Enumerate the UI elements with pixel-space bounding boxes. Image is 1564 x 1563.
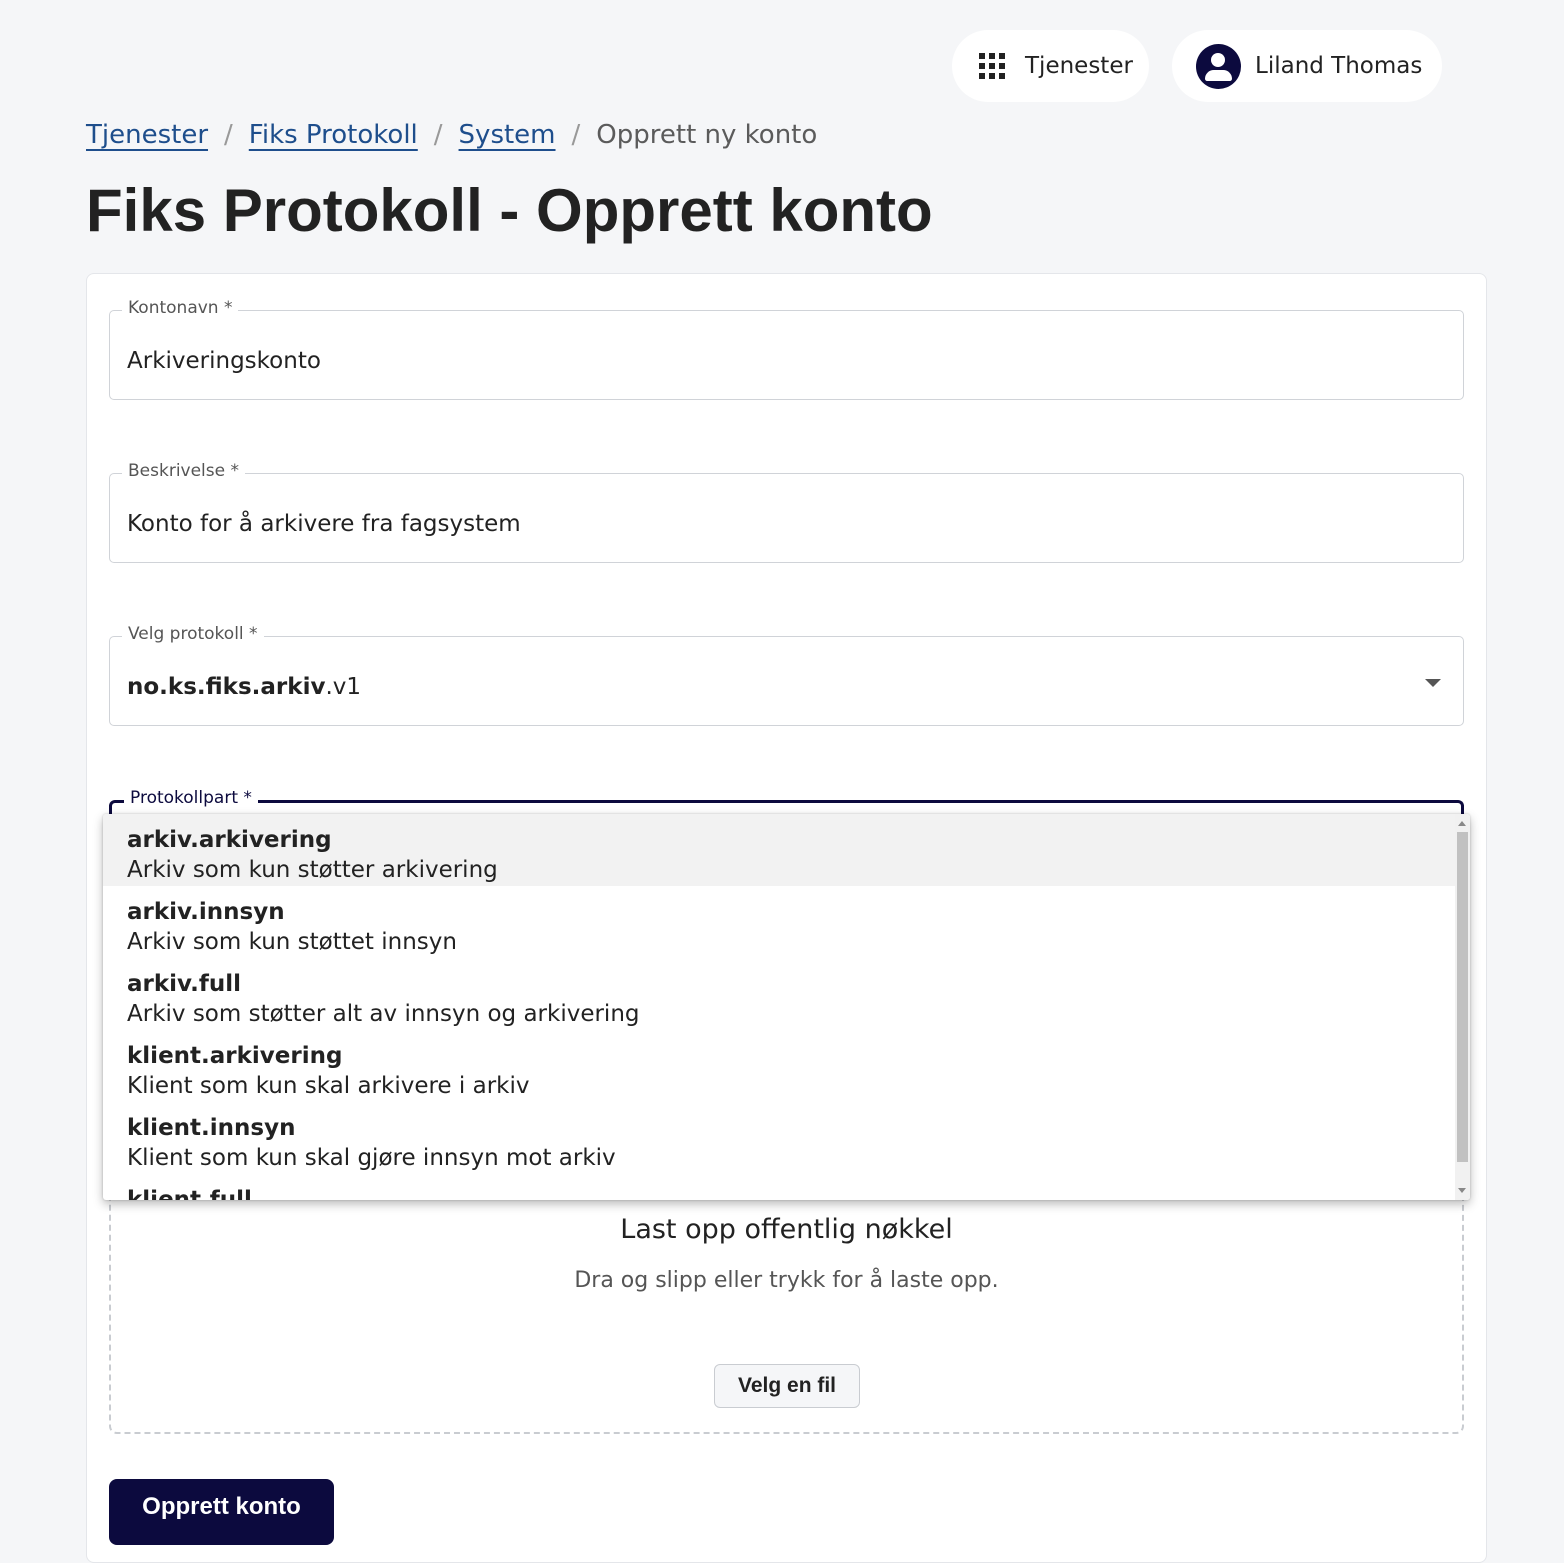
chevron-down-icon[interactable] xyxy=(1425,679,1441,687)
option-description: Arkiv som kun støtter arkivering xyxy=(127,857,498,883)
breadcrumb-link-fiks-protokoll[interactable]: Fiks Protokoll xyxy=(249,120,418,150)
breadcrumb: Tjenester / Fiks Protokoll / System / Op… xyxy=(86,120,817,150)
scroll-up-icon[interactable] xyxy=(1458,821,1466,826)
breadcrumb-link-system[interactable]: System xyxy=(459,120,556,150)
upload-hint: Dra og slipp eller trykk for å laste opp… xyxy=(574,1268,999,1293)
breadcrumb-link-tjenester[interactable]: Tjenester xyxy=(86,120,208,150)
user-avatar-icon xyxy=(1196,43,1241,89)
kontonavn-input[interactable]: Arkiveringskonto xyxy=(127,348,321,374)
apps-grid-icon xyxy=(979,53,1005,79)
option-description: Arkiv som kun støttet innsyn xyxy=(127,929,457,955)
user-menu-button[interactable]: Liland Thomas xyxy=(1172,30,1442,102)
option-description: Arkiv som støtter alt av innsyn og arkiv… xyxy=(127,1001,640,1027)
create-account-button[interactable]: Opprett konto xyxy=(109,1479,334,1545)
protokoll-value-rest: .v1 xyxy=(325,674,362,700)
upload-title: Last opp offentlig nøkkel xyxy=(620,1214,953,1245)
dropdown-option[interactable]: arkiv.innsyn Arkiv som kun støttet innsy… xyxy=(103,886,1455,958)
option-name: klient.arkivering xyxy=(127,1043,343,1069)
upload-dropzone[interactable]: Last opp offentlig nøkkel Dra og slipp e… xyxy=(109,1170,1464,1434)
dropdown-option[interactable]: arkiv.arkivering Arkiv som kun støtter a… xyxy=(103,814,1455,886)
option-description: Klient som kun skal arkivere i arkiv xyxy=(127,1073,530,1099)
protokollpart-dropdown-list: arkiv.arkivering Arkiv som kun støtter a… xyxy=(103,814,1470,1200)
dropdown-option[interactable]: klient.full xyxy=(103,1174,1455,1200)
breadcrumb-separator: / xyxy=(224,120,233,150)
services-label: Tjenester xyxy=(1025,53,1133,79)
beskrivelse-label: Beskrivelse * xyxy=(122,461,245,481)
beskrivelse-input[interactable]: Konto for å arkivere fra fagsystem xyxy=(127,511,521,537)
dropdown-option[interactable]: klient.arkivering Klient som kun skal ar… xyxy=(103,1030,1455,1102)
choose-file-button[interactable]: Velg en fil xyxy=(714,1364,860,1408)
protokoll-value-bold: no.ks.fiks.arkiv xyxy=(127,674,326,700)
dropdown-option[interactable]: arkiv.full Arkiv som støtter alt av inns… xyxy=(103,958,1455,1030)
breadcrumb-separator: / xyxy=(433,120,443,150)
breadcrumb-current: Opprett ny konto xyxy=(596,120,818,150)
protokollpart-label: Protokollpart * xyxy=(124,788,258,808)
page-title: Fiks Protokoll - Opprett konto xyxy=(86,177,933,244)
beskrivelse-field[interactable]: Beskrivelse * Konto for å arkivere fra f… xyxy=(109,461,1464,563)
user-name: Liland Thomas xyxy=(1255,53,1423,79)
option-name: arkiv.arkivering xyxy=(127,827,332,853)
dropdown-scrollbar[interactable] xyxy=(1455,814,1470,1200)
option-name: klient.innsyn xyxy=(127,1115,296,1141)
protokoll-label: Velg protokoll * xyxy=(122,624,264,644)
option-name: klient.full xyxy=(127,1187,252,1200)
protokoll-select[interactable]: Velg protokoll * no.ks.fiks.arkiv.v1 xyxy=(109,624,1464,726)
kontonavn-field[interactable]: Kontonavn * Arkiveringskonto xyxy=(109,298,1464,400)
option-description: Klient som kun skal gjøre innsyn mot ark… xyxy=(127,1145,616,1171)
kontonavn-label: Kontonavn * xyxy=(122,298,239,318)
scrollbar-thumb[interactable] xyxy=(1457,832,1468,1162)
scroll-down-icon[interactable] xyxy=(1458,1188,1466,1193)
protokoll-selected-value: no.ks.fiks.arkiv.v1 xyxy=(127,674,361,700)
option-name: arkiv.full xyxy=(127,971,242,997)
option-name: arkiv.innsyn xyxy=(127,899,285,925)
services-menu-button[interactable]: Tjenester xyxy=(952,30,1149,102)
breadcrumb-separator: / xyxy=(571,120,581,150)
dropdown-option[interactable]: klient.innsyn Klient som kun skal gjøre … xyxy=(103,1102,1455,1174)
